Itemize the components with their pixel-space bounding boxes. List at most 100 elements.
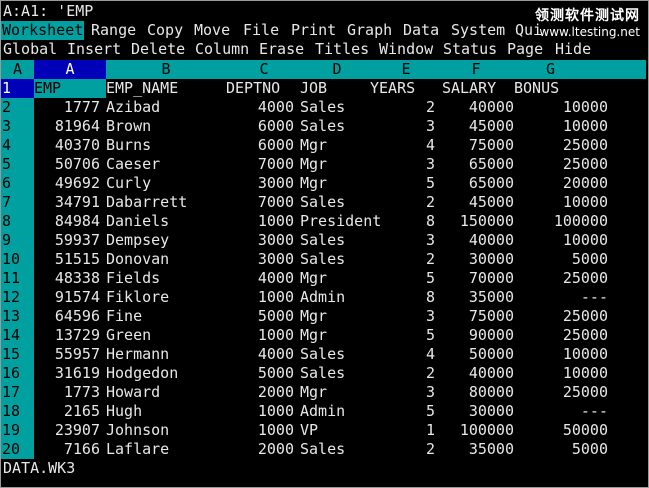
menu-item-move[interactable]: Move xyxy=(194,21,230,40)
cell-name[interactable]: Caeser xyxy=(106,155,216,174)
cell-salary[interactable]: 40000 xyxy=(438,364,514,383)
cell-salary[interactable]: 90000 xyxy=(438,326,514,345)
cell-years[interactable]: 2 xyxy=(404,250,435,269)
menu-item-print[interactable]: Print xyxy=(291,21,336,40)
cell-bonus[interactable]: 100000 xyxy=(514,212,608,231)
submenu-item-insert[interactable]: Insert xyxy=(67,40,121,59)
cell-emp[interactable]: 91574 xyxy=(34,288,100,307)
header-cell-salary[interactable]: SALARY xyxy=(442,79,514,98)
submenu-item-erase[interactable]: Erase xyxy=(259,40,304,59)
cell-dept[interactable]: 1000 xyxy=(214,402,294,421)
cell-salary[interactable]: 50000 xyxy=(438,345,514,364)
cell-years[interactable]: 5 xyxy=(404,269,435,288)
row-header-5[interactable]: 5 xyxy=(1,155,35,174)
submenu-item-hide[interactable]: Hide xyxy=(555,40,591,59)
column-header-b[interactable]: B xyxy=(106,60,226,79)
row-header-3[interactable]: 3 xyxy=(1,117,35,136)
column-header-g[interactable]: G xyxy=(512,60,589,79)
cell-dept[interactable]: 6000 xyxy=(214,136,294,155)
row-header-11[interactable]: 11 xyxy=(1,269,35,288)
cell-salary[interactable]: 35000 xyxy=(438,440,514,459)
cell-years[interactable]: 2 xyxy=(404,364,435,383)
cell-dept[interactable]: 4000 xyxy=(214,345,294,364)
menu-item-data[interactable]: Data xyxy=(403,21,439,40)
cell-dept[interactable]: 3000 xyxy=(214,231,294,250)
cell-emp[interactable]: 7166 xyxy=(34,440,100,459)
cell-emp[interactable]: 50706 xyxy=(34,155,100,174)
cell-job[interactable]: Mgr xyxy=(300,307,390,326)
cell-salary[interactable]: 65000 xyxy=(438,155,514,174)
cell-job[interactable]: Mgr xyxy=(300,136,390,155)
cell-job[interactable]: Sales xyxy=(300,345,390,364)
cell-salary[interactable]: 30000 xyxy=(438,250,514,269)
cell-bonus[interactable]: 50000 xyxy=(514,421,608,440)
cell-salary[interactable]: 65000 xyxy=(438,174,514,193)
row-header-20[interactable]: 20 xyxy=(1,440,35,459)
cell-years[interactable]: 5 xyxy=(404,402,435,421)
cell-salary[interactable]: 35000 xyxy=(438,288,514,307)
row-header-12[interactable]: 12 xyxy=(1,288,35,307)
cell-name[interactable]: Green xyxy=(106,326,216,345)
submenu-item-status[interactable]: Status xyxy=(443,40,497,59)
row-header-4[interactable]: 4 xyxy=(1,136,35,155)
cell-dept[interactable]: 3000 xyxy=(214,250,294,269)
cell-job[interactable]: Sales xyxy=(300,440,390,459)
cell-emp[interactable]: 1777 xyxy=(34,98,100,117)
cell-bonus[interactable]: 25000 xyxy=(514,307,608,326)
header-cell-deptno[interactable]: DEPTNO xyxy=(226,79,296,98)
cell-job[interactable]: Mgr xyxy=(300,383,390,402)
cell-emp[interactable]: 1773 xyxy=(34,383,100,402)
row-header-2[interactable]: 2 xyxy=(1,98,35,117)
cell-bonus[interactable]: 5000 xyxy=(514,250,608,269)
cell-years[interactable]: 3 xyxy=(404,307,435,326)
menu-item-copy[interactable]: Copy xyxy=(147,21,183,40)
cell-years[interactable]: 4 xyxy=(404,136,435,155)
cell-job[interactable]: Mgr xyxy=(300,326,390,345)
cell-dept[interactable]: 4000 xyxy=(214,98,294,117)
cell-emp[interactable]: 59937 xyxy=(34,231,100,250)
cell-bonus[interactable]: 5000 xyxy=(514,440,608,459)
cell-name[interactable]: Laflare xyxy=(106,440,216,459)
cell-emp[interactable]: 55957 xyxy=(34,345,100,364)
cell-salary[interactable]: 45000 xyxy=(438,117,514,136)
cell-dept[interactable]: 2000 xyxy=(214,440,294,459)
cell-years[interactable]: 2 xyxy=(404,440,435,459)
cell-bonus[interactable]: --- xyxy=(514,288,608,307)
cell-emp[interactable]: 64596 xyxy=(34,307,100,326)
cell-emp[interactable]: 23907 xyxy=(34,421,100,440)
cell-salary[interactable]: 80000 xyxy=(438,383,514,402)
cell-years[interactable]: 5 xyxy=(404,174,435,193)
cell-emp[interactable]: 31619 xyxy=(34,364,100,383)
cell-years[interactable]: 3 xyxy=(404,117,435,136)
cell-name[interactable]: Fiklore xyxy=(106,288,216,307)
cell-dept[interactable]: 1000 xyxy=(214,326,294,345)
row-header-13[interactable]: 13 xyxy=(1,307,35,326)
column-header-a[interactable]: A xyxy=(34,60,106,79)
cell-years[interactable]: 3 xyxy=(404,231,435,250)
cell-bonus[interactable]: --- xyxy=(514,402,608,421)
submenu-item-column[interactable]: Column xyxy=(195,40,249,59)
menu-item-graph[interactable]: Graph xyxy=(347,21,392,40)
cell-dept[interactable]: 1000 xyxy=(214,421,294,440)
row-header-15[interactable]: 15 xyxy=(1,345,35,364)
cell-dept[interactable]: 2000 xyxy=(214,383,294,402)
cell-emp[interactable]: 81964 xyxy=(34,117,100,136)
cell-bonus[interactable]: 10000 xyxy=(514,117,608,136)
cell-bonus[interactable]: 25000 xyxy=(514,269,608,288)
cell-job[interactable]: President xyxy=(300,212,390,231)
cell-job[interactable]: Sales xyxy=(300,364,390,383)
cell-bonus[interactable]: 10000 xyxy=(514,345,608,364)
cell-salary[interactable]: 30000 xyxy=(438,402,514,421)
cell-job[interactable]: Sales xyxy=(300,231,390,250)
cell-name[interactable]: Hugh xyxy=(106,402,216,421)
submenu-item-delete[interactable]: Delete xyxy=(131,40,185,59)
cell-name[interactable]: Donovan xyxy=(106,250,216,269)
cell-job[interactable]: Sales xyxy=(300,117,390,136)
cell-name[interactable]: Johnson xyxy=(106,421,216,440)
header-cell-emp-name[interactable]: EMP_NAME xyxy=(106,79,216,98)
row-header-7[interactable]: 7 xyxy=(1,193,35,212)
cell-name[interactable]: Curly xyxy=(106,174,216,193)
cell-dept[interactable]: 1000 xyxy=(214,288,294,307)
menu-item-worksheet[interactable]: Worksheet xyxy=(1,21,85,40)
submenu-item-page[interactable]: Page xyxy=(507,40,543,59)
